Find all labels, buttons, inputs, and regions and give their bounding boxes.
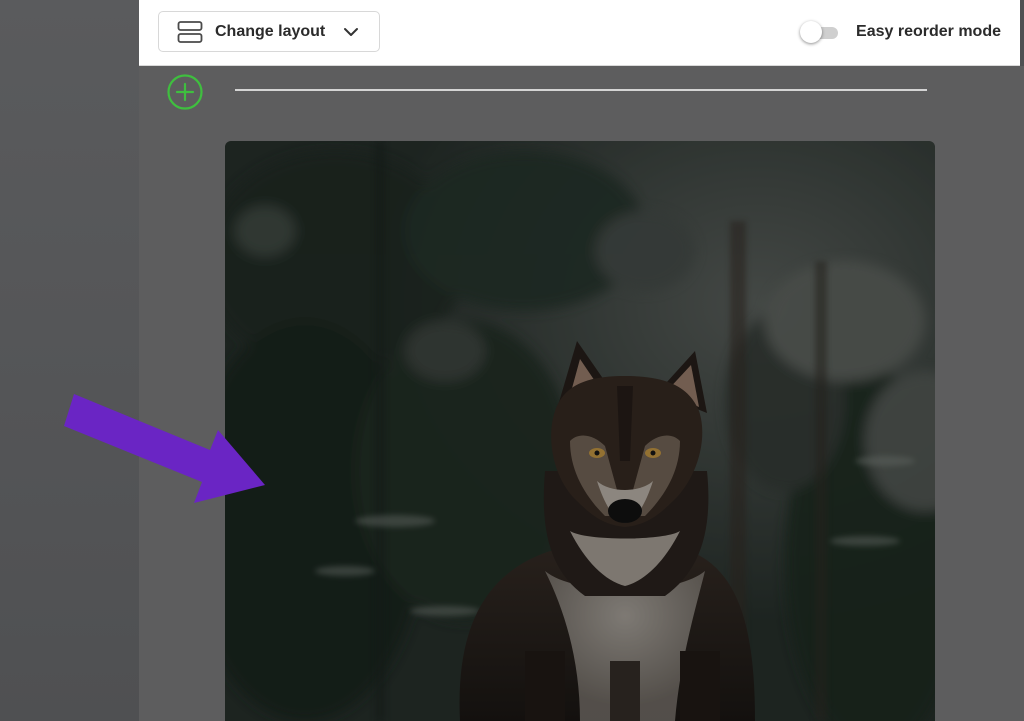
toolbar-edge xyxy=(1020,0,1024,66)
easy-reorder-toggle[interactable] xyxy=(800,21,840,43)
add-block-button[interactable] xyxy=(167,74,203,110)
wolf-dog-image[interactable] xyxy=(225,141,935,721)
easy-reorder-control: Easy reorder mode xyxy=(800,20,1001,44)
toggle-knob xyxy=(800,21,823,43)
change-layout-button[interactable]: Change layout xyxy=(158,11,380,52)
purple-arrow-annotation xyxy=(60,390,270,510)
plus-circle-icon xyxy=(167,74,203,110)
editor-toolbar: Change layout Easy reorder mode xyxy=(139,0,1020,66)
change-layout-label: Change layout xyxy=(215,22,326,40)
section-divider xyxy=(235,89,927,91)
app-root: Change layout Easy reorder mode xyxy=(0,0,1024,721)
left-panel xyxy=(0,0,139,721)
easy-reorder-label: Easy reorder mode xyxy=(856,23,1001,40)
chevron-down-icon xyxy=(343,26,359,38)
layout-rows-icon xyxy=(177,20,203,44)
